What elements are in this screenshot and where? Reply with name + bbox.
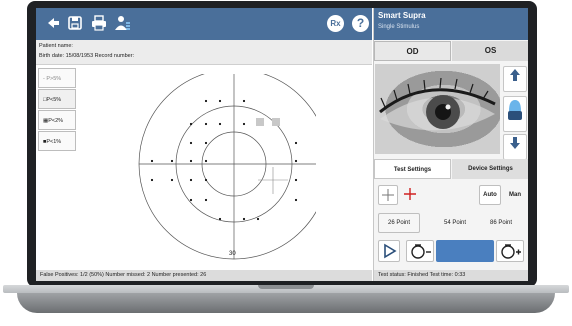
patient-name-label: Patient name: <box>39 43 73 49</box>
patient-details: Birth date: 15/08/1953 Record number: <box>39 53 135 59</box>
test-point <box>242 99 246 103</box>
tab-od[interactable]: OD <box>374 41 451 61</box>
test-point <box>218 217 222 221</box>
legend-item-p2[interactable]: ▦P<2% <box>38 110 76 130</box>
test-point <box>189 198 193 202</box>
laptop-base <box>3 285 569 322</box>
test-point <box>189 178 193 182</box>
test-point <box>204 122 208 126</box>
red-cross-icon[interactable] <box>402 186 418 202</box>
test-point <box>294 198 298 202</box>
move-down-button[interactable] <box>503 134 527 160</box>
auto-button[interactable]: Auto <box>479 185 501 205</box>
missed-point <box>272 118 280 126</box>
speed-bar[interactable] <box>436 240 494 262</box>
point-26-button[interactable]: 26 Point <box>378 213 420 233</box>
tab-test-settings[interactable]: Test Settings <box>374 159 451 179</box>
test-title: Smart Supra <box>378 11 426 20</box>
laptop-notch <box>258 285 314 289</box>
test-points <box>150 99 298 221</box>
fixation-target-button[interactable] <box>378 185 398 205</box>
speed-decrease-button[interactable] <box>406 240 434 262</box>
back-arrow-icon[interactable] <box>44 15 62 33</box>
test-point <box>170 159 174 163</box>
test-point <box>170 178 174 182</box>
test-point <box>189 159 193 163</box>
app-screen: Rx ? Patient name: Birth date: 15/08/195… <box>36 8 528 281</box>
save-icon[interactable] <box>66 15 84 33</box>
outer-ring <box>138 74 316 260</box>
eye-tabs: OD OS <box>374 41 528 61</box>
legend-item-p5-plus[interactable]: - P>5% <box>38 68 76 88</box>
point-86-button[interactable]: 86 Point <box>490 220 512 226</box>
laptop-base-bottom <box>17 293 555 313</box>
test-point <box>242 217 246 221</box>
legend: - P>5% □P<5% ▦P<2% ■P<1% <box>38 68 76 152</box>
test-point <box>294 141 298 145</box>
man-label[interactable]: Man <box>509 192 521 198</box>
test-point <box>150 159 154 163</box>
status-bar-right: Test status: Finished Test time: 0:33 <box>374 270 528 281</box>
test-point <box>150 178 154 182</box>
test-point <box>294 159 298 163</box>
patient-icon[interactable] <box>114 15 132 33</box>
test-subtitle: Single Stimulus <box>378 24 420 30</box>
test-point <box>218 122 222 126</box>
test-point <box>294 178 298 182</box>
test-point <box>204 159 208 163</box>
main-toolbar: Rx ? <box>36 8 372 40</box>
test-point <box>189 141 193 145</box>
test-point <box>218 99 222 103</box>
help-button[interactable]: ? <box>352 15 369 32</box>
point-54-button[interactable]: 54 Point <box>444 220 466 226</box>
tab-device-settings[interactable]: Device Settings <box>452 159 528 179</box>
visual-field-plot: 30 <box>138 74 316 260</box>
test-point <box>204 141 208 145</box>
legend-item-p5[interactable]: □P<5% <box>38 89 76 109</box>
eye-camera-view <box>375 64 500 154</box>
patient-info: Patient name: Birth date: 15/08/1953 Rec… <box>36 40 372 65</box>
test-point <box>242 122 246 126</box>
move-up-button[interactable] <box>503 66 527 92</box>
test-point <box>204 99 208 103</box>
settings-tabs: Test Settings Device Settings <box>374 159 528 179</box>
test-point <box>204 198 208 202</box>
test-header: Smart Supra Single Stimulus <box>374 8 528 40</box>
test-point <box>256 217 260 221</box>
test-point <box>204 178 208 182</box>
chinrest-icon[interactable] <box>503 96 527 132</box>
rx-button[interactable]: Rx <box>327 15 344 32</box>
print-icon[interactable] <box>90 15 108 33</box>
right-panel: Smart Supra Single Stimulus OD OS Test S… <box>373 8 528 281</box>
play-button[interactable] <box>378 240 400 262</box>
test-point <box>189 122 193 126</box>
speed-increase-button[interactable] <box>496 240 524 262</box>
scale-label: 30 <box>229 251 236 257</box>
status-bar-left: False Positives: 1/2 (50%) Number missed… <box>36 270 372 281</box>
missed-point <box>256 118 264 126</box>
tab-os[interactable]: OS <box>452 41 528 61</box>
legend-item-p1[interactable]: ■P<1% <box>38 131 76 151</box>
